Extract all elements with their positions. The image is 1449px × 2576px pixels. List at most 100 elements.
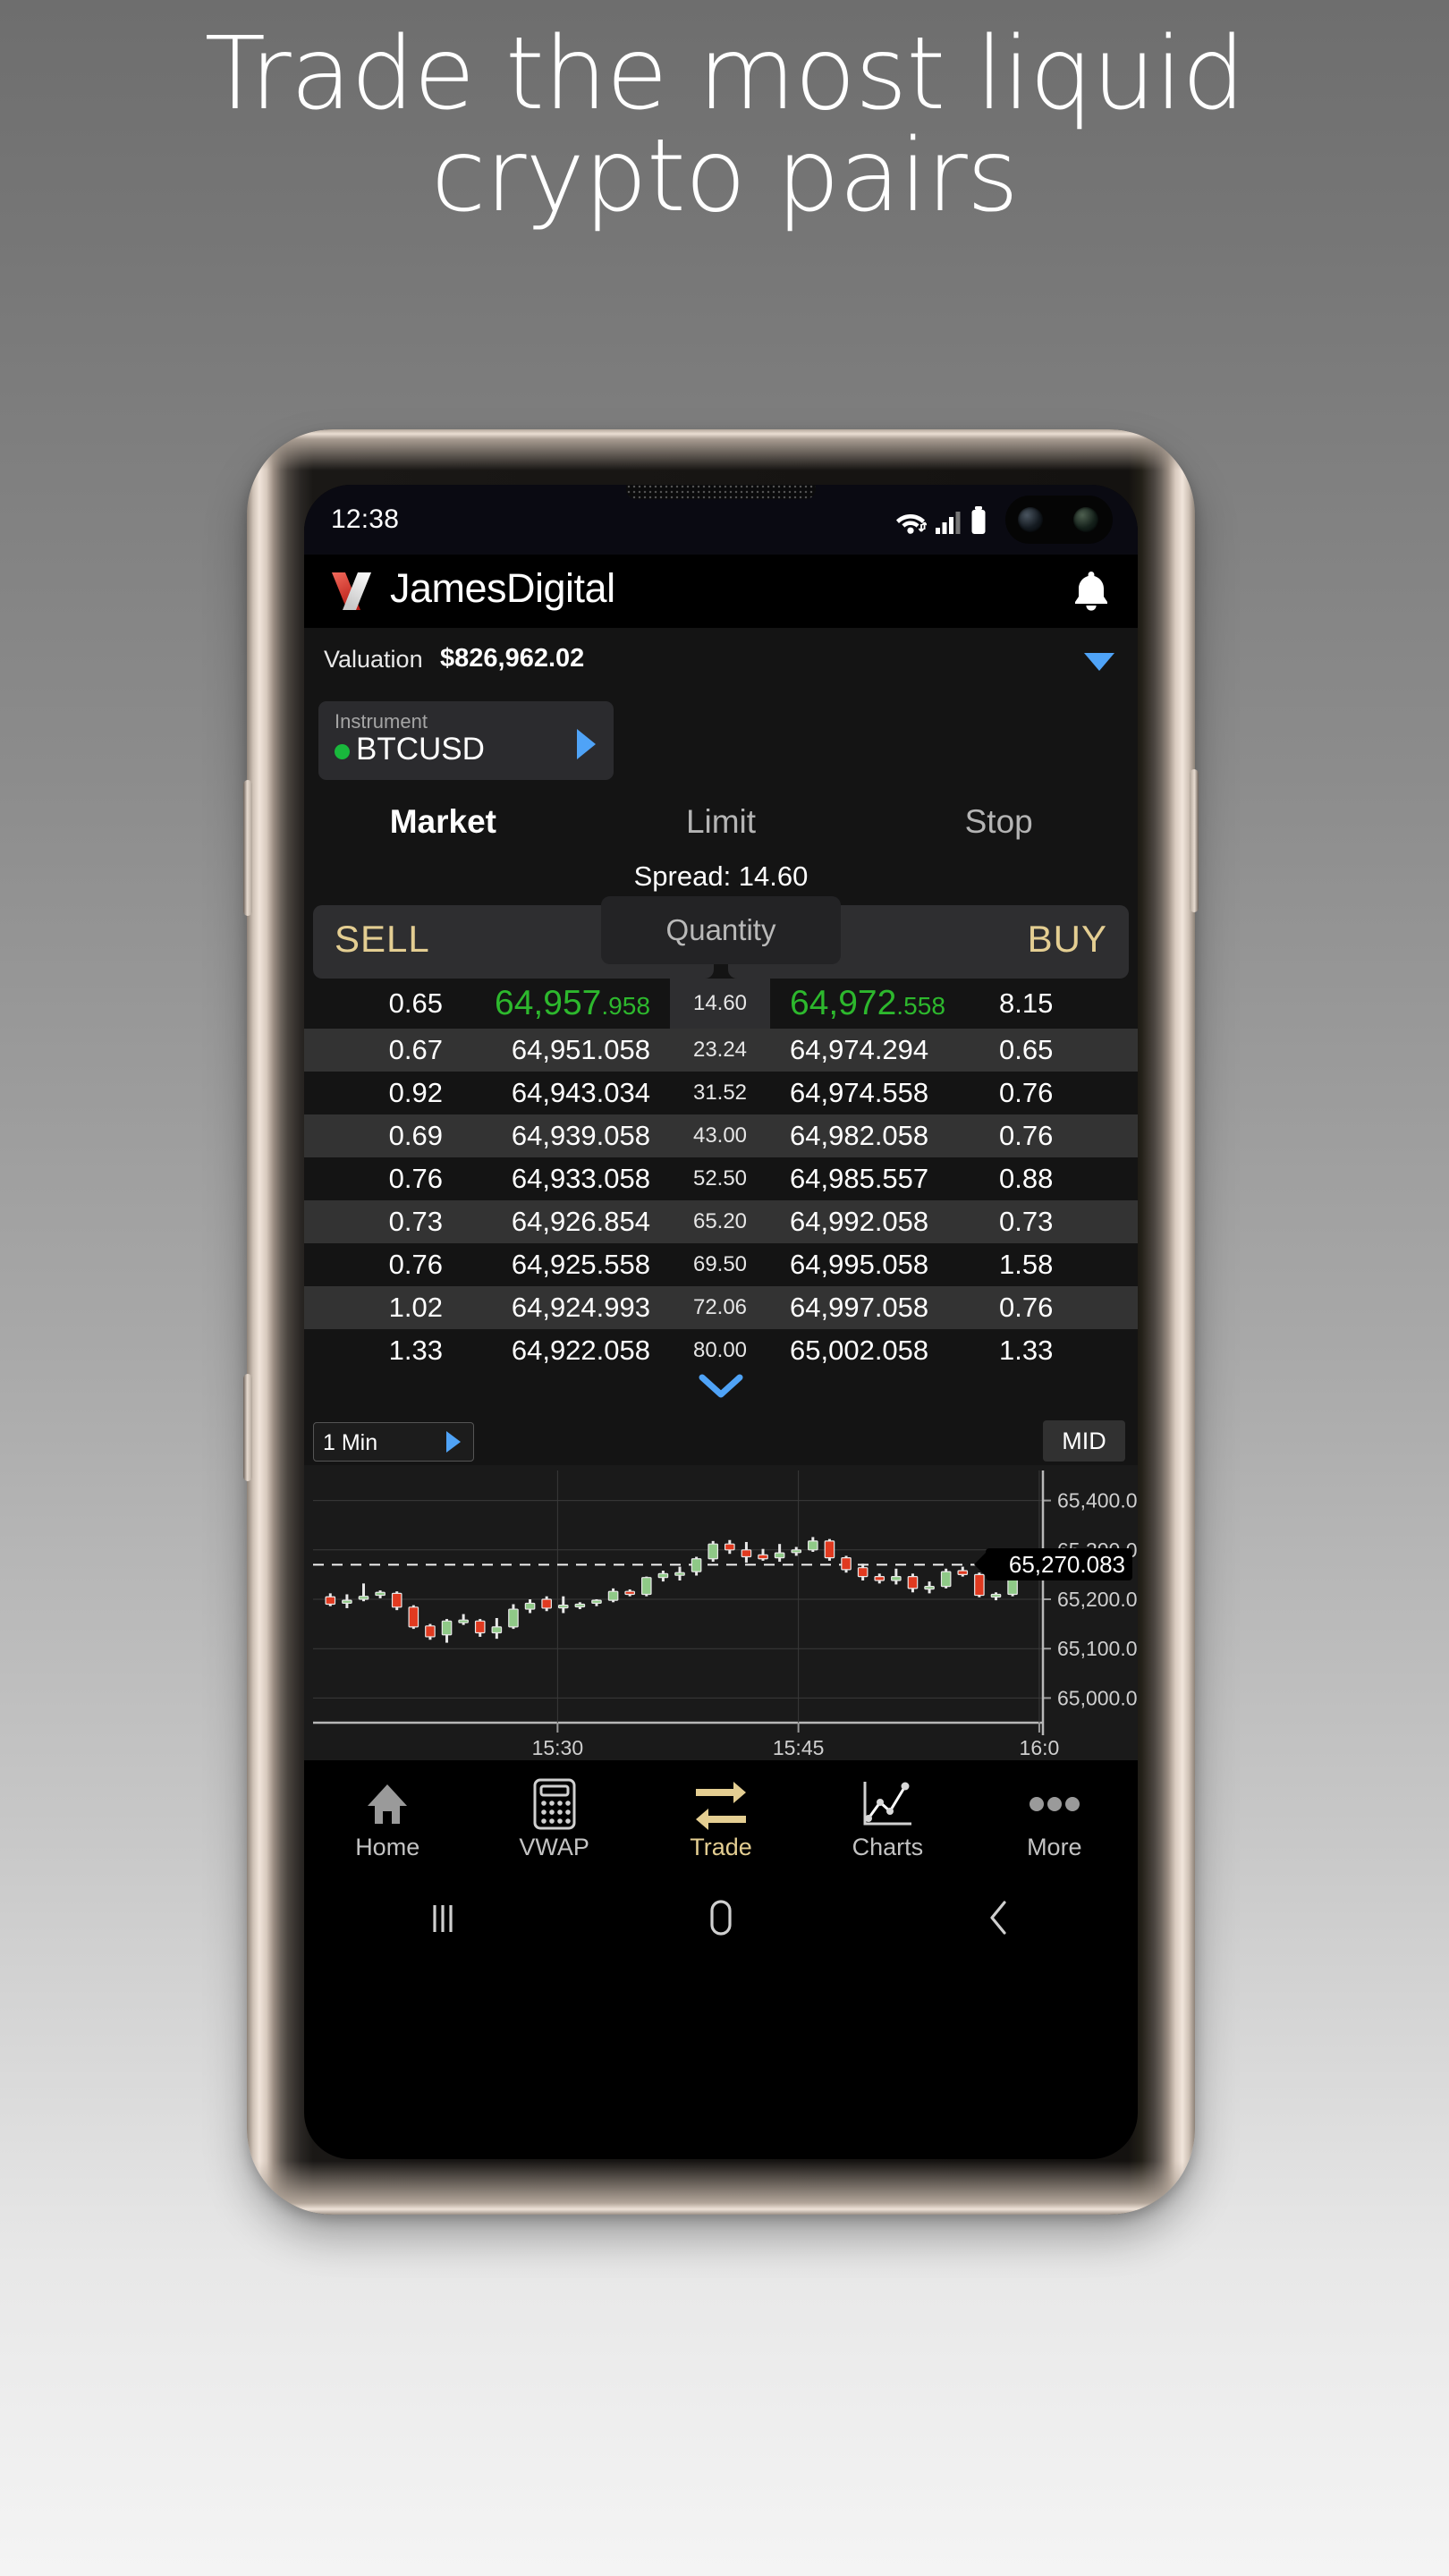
best-ask-int: 64,972 [790,984,897,1022]
app-logo-x-icon[interactable] [331,571,372,612]
table-row[interactable]: 0.76 64,933.058 52.50 64,985.557 0.88 [304,1157,1138,1200]
y-axis-tick-label: 65,200.000 [1057,1588,1138,1611]
power-button[interactable] [1190,769,1199,912]
candlestick [824,1538,835,1561]
volume-down-button[interactable] [243,1374,252,1481]
tab-market[interactable]: Market [304,789,582,855]
chevron-down-icon [699,1374,743,1398]
cellular-signal-icon [936,512,961,534]
price-mode-button[interactable]: MID [1043,1420,1125,1462]
app-title: JamesDigital [390,565,615,611]
depth-cell: 69.50 [692,1252,748,1276]
candlestick [441,1619,453,1643]
volume-up-button[interactable] [243,780,252,916]
candlestick [691,1556,702,1576]
ask-price-cell: 64,974.558 [790,1077,929,1108]
home-button[interactable] [582,1896,860,1944]
table-row[interactable]: 1.33 64,922.058 80.00 65,002.058 1.33 [304,1329,1138,1372]
best-bid-cell: 64,957.958 [452,984,670,1023]
depth-cell: 65.20 [692,1209,748,1233]
nav-label-trade: Trade [690,1833,752,1860]
ask-qty-cell: 8.15 [999,987,1054,1019]
status-bar-clock: 12:38 [331,504,400,534]
depth-cell: 52.50 [692,1166,748,1191]
order-type-tabs: Market Limit Stop [304,789,1138,855]
y-axis-tick-label: 65,000.000 [1057,1686,1138,1709]
table-row[interactable]: 0.73 64,926.854 65.20 64,992.058 0.73 [304,1200,1138,1243]
calculator-icon [470,1776,637,1832]
bid-qty-cell: 1.33 [388,1335,443,1366]
table-row[interactable]: 0.69 64,939.058 43.00 64,982.058 0.76 [304,1114,1138,1157]
candlestick-chart[interactable]: 65,400.00065,300.00065,200.00065,100.000… [304,1465,1138,1760]
bid-price-cell: 64,939.058 [511,1120,650,1151]
bid-price-cell: 64,924.993 [511,1292,650,1323]
candlestick [891,1568,902,1585]
x-axis-tick-label: 16:0 [1020,1736,1060,1759]
tab-stop[interactable]: Stop [860,789,1138,855]
bid-price-cell: 64,951.058 [511,1034,650,1065]
candlestick [957,1566,969,1577]
bid-price-cell: 64,933.058 [511,1163,650,1194]
timeframe-selector[interactable]: 1 Min [313,1422,474,1462]
valuation-amount: $826,962.02 [440,644,585,673]
notification-bell-icon[interactable] [1072,569,1111,612]
table-row[interactable]: 0.92 64,943.034 31.52 64,974.558 0.76 [304,1072,1138,1114]
table-row[interactable]: 1.02 64,924.993 72.06 64,997.058 0.76 [304,1286,1138,1329]
x-axis-tick-label: 15:30 [532,1736,584,1759]
candlestick [841,1555,852,1573]
depth-cell: 72.06 [692,1295,748,1319]
ask-price-cell: 64,982.058 [790,1120,929,1151]
phone-device-frame: 12:38 JamesDigital Valuation $826,962.02… [243,429,1199,2215]
candlestick [874,1573,886,1584]
table-row[interactable]: 0.65 64,957.958 14.60 64,972.558 8.15 [304,979,1138,1029]
valuation-label: Valuation [324,646,423,673]
ask-qty-cell: 0.76 [999,1292,1054,1323]
nav-item-charts[interactable]: Charts [804,1776,970,1861]
depth-cell: 80.00 [692,1338,748,1362]
tab-limit[interactable]: Limit [582,789,860,855]
headline-line-2: crypto pairs [430,118,1019,235]
android-navigation-bar [304,1877,1138,1962]
battery-icon [971,506,986,534]
marketing-headline: Trade the most liquid crypto pairs [0,23,1449,235]
expand-ladder-button[interactable] [304,1372,1138,1417]
back-button[interactable] [860,1897,1138,1943]
y-axis-tick-label: 65,100.000 [1057,1637,1138,1660]
depth-cell: 31.52 [692,1080,748,1105]
instrument-selector[interactable]: Instrument BTCUSD [318,701,614,780]
nav-item-vwap[interactable]: VWAP [470,1776,637,1861]
trade-action-bar: SELL BUY Quantity [304,896,1138,979]
table-row[interactable]: 0.76 64,925.558 69.50 64,995.058 1.58 [304,1243,1138,1286]
nav-label-vwap: VWAP [519,1833,589,1860]
candlestick [808,1537,818,1553]
candlestick [607,1588,619,1603]
recent-apps-button[interactable] [304,1898,582,1942]
home-icon [304,1776,470,1832]
headline-line-1: Trade the most liquid [204,16,1246,132]
nav-item-home[interactable]: Home [304,1776,470,1861]
bid-qty-cell: 0.92 [388,1077,443,1108]
bid-qty-cell: 0.65 [388,987,443,1019]
candlestick [857,1563,869,1581]
y-axis-tick-label: 65,400.000 [1057,1489,1138,1513]
candlestick [375,1590,386,1598]
candlestick [640,1576,652,1597]
ask-price-cell: 64,992.058 [790,1206,929,1237]
front-camera-lens-secondary [1073,507,1098,532]
instrument-value: BTCUSD [356,732,485,767]
nav-item-trade[interactable]: Trade [638,1776,804,1861]
last-price-tag: 65,270.083 [973,1548,1132,1581]
valuation-bar[interactable]: Valuation $826,962.02 [304,628,1138,692]
quantity-input[interactable]: Quantity [601,896,841,964]
chevron-down-icon[interactable] [1084,653,1114,671]
timeframe-value: 1 Min [323,1430,378,1455]
chevron-right-icon[interactable] [577,729,596,759]
ask-qty-cell: 1.33 [999,1335,1054,1366]
candlestick [774,1544,785,1563]
table-row[interactable]: 0.67 64,951.058 23.24 64,974.294 0.65 [304,1029,1138,1072]
candlestick [907,1573,919,1593]
wifi-icon [896,514,927,534]
chart-canvas: 65,400.00065,300.00065,200.00065,100.000… [313,1470,1138,1759]
candlestick [708,1540,719,1563]
nav-item-more[interactable]: More [971,1776,1138,1861]
